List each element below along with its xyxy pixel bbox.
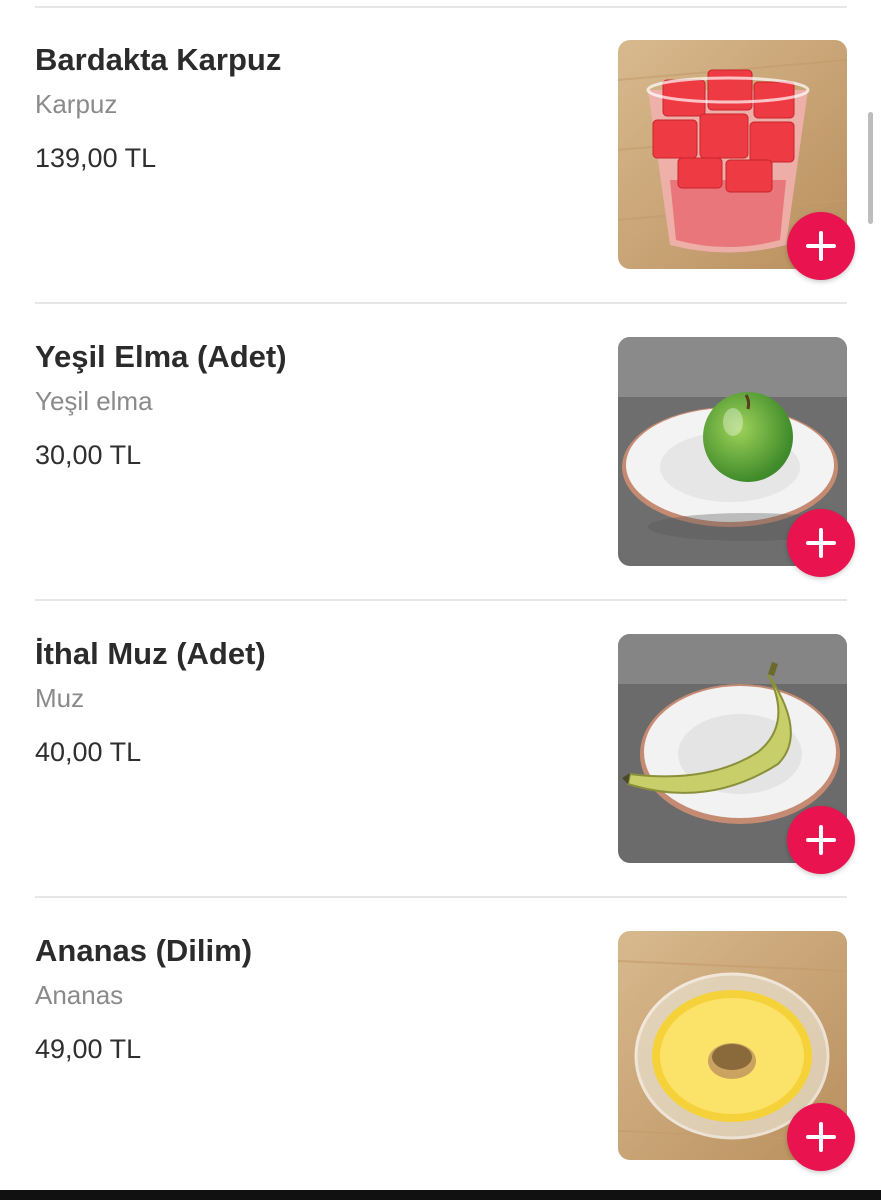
product-name: Bardakta Karpuz: [35, 42, 282, 77]
product-name: Yeşil Elma (Adet): [35, 339, 287, 374]
add-to-cart-button[interactable]: [787, 806, 855, 874]
add-to-cart-button[interactable]: [787, 212, 855, 280]
product-description: Yeşil elma: [35, 386, 153, 416]
product-description: Muz: [35, 683, 85, 713]
bottom-edge: [0, 1190, 881, 1200]
product-item-bardakta-karpuz[interactable]: Bardakta Karpuz Karpuz 139,00 TL: [0, 5, 881, 302]
plus-icon: [806, 1122, 836, 1152]
plus-icon: [806, 528, 836, 558]
add-to-cart-button[interactable]: [787, 1103, 855, 1171]
product-price: 49,00 TL: [35, 1034, 142, 1064]
product-name: Ananas (Dilim): [35, 933, 253, 968]
plus-icon: [806, 825, 836, 855]
product-list: Bardakta Karpuz Karpuz 139,00 TL Yeşil E…: [0, 0, 881, 1190]
product-item-ananas[interactable]: Ananas (Dilim) Ananas 49,00 TL: [0, 896, 881, 1193]
product-price: 30,00 TL: [35, 440, 142, 470]
product-item-yesil-elma[interactable]: Yeşil Elma (Adet) Yeşil elma 30,00 TL: [0, 302, 881, 599]
product-description: Karpuz: [35, 89, 118, 119]
product-price: 139,00 TL: [35, 143, 157, 173]
product-description: Ananas: [35, 980, 124, 1010]
plus-icon: [806, 231, 836, 261]
product-price: 40,00 TL: [35, 737, 142, 767]
scrollbar[interactable]: [868, 112, 873, 224]
product-name: İthal Muz (Adet): [35, 636, 266, 671]
product-item-ithal-muz[interactable]: İthal Muz (Adet) Muz 40,00 TL: [0, 599, 881, 896]
add-to-cart-button[interactable]: [787, 509, 855, 577]
